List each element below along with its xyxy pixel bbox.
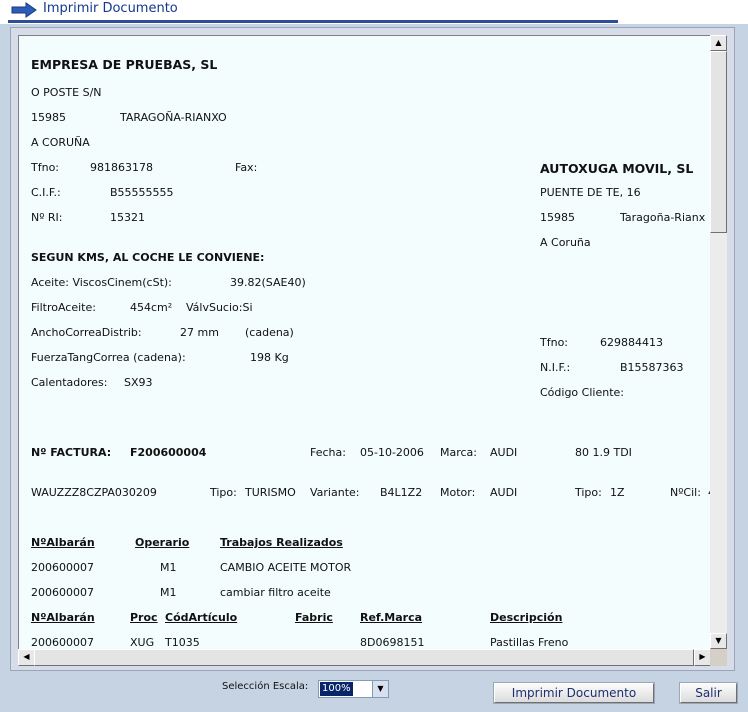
company-city: TARAGOÑA-RIANXO — [120, 111, 227, 124]
company-cif: B55555555 — [110, 186, 174, 199]
vehicle-variant: B4L1Z2 — [380, 486, 423, 499]
vertical-scroll-thumb[interactable] — [710, 51, 727, 233]
invoice-brand-label: Marca: — [440, 446, 478, 459]
window-title: Imprimir Documento — [43, 1, 178, 16]
parts-row-proc: XUG — [130, 636, 155, 649]
vehicle-type: TURISMO — [245, 486, 296, 499]
vertical-scrollbar[interactable]: ▲ ▼ — [710, 35, 727, 649]
customer-phone-label: Tfno: — [540, 336, 568, 349]
belt-force-label: FuerzaTangCorrea (cadena): — [31, 351, 186, 364]
heaters-label: Calentadores: — [31, 376, 108, 389]
parts-header-codarticulo: CódArtículo — [165, 611, 238, 624]
chevron-down-icon[interactable]: ▼ — [372, 681, 388, 697]
parts-header-proc: Proc — [130, 611, 158, 624]
invoice-label: Nº FACTURA: — [31, 446, 112, 459]
title-bar: Imprimir Documento — [0, 0, 748, 24]
vehicle-engine-label: Motor: — [440, 486, 476, 499]
parts-row-refmarca: 8D0698151 — [360, 636, 425, 649]
customer-city: Taragoña-Rianx — [620, 211, 706, 224]
recommendation-heading: SEGUN KMS, AL COCHE LE CONVIENE: — [31, 251, 265, 264]
filter-label: FiltroAceite: — [31, 301, 96, 314]
belt-type: (cadena) — [245, 326, 294, 339]
parts-row-descripcion: Pastillas Freno — [490, 636, 569, 649]
company-ri: 15321 — [110, 211, 145, 224]
arrow-right-icon — [11, 2, 37, 18]
work-row-operario: M1 — [160, 561, 177, 574]
company-province: A CORUÑA — [31, 136, 90, 149]
company-cif-label: C.I.F.: — [31, 186, 61, 199]
vehicle-type-label: Tipo: — [210, 486, 237, 499]
work-row-albaran: 200600007 — [31, 561, 94, 574]
oil-value: 39.82(SAE40) — [230, 276, 306, 289]
customer-phone: 629884413 — [600, 336, 663, 349]
belt-width-label: AnchoCorreaDistrib: — [31, 326, 142, 339]
customer-client-code-label: Código Cliente: — [540, 386, 624, 399]
parts-header-fabric: Fabric — [295, 611, 333, 624]
scrollbar-corner — [710, 649, 727, 666]
document-viewport[interactable]: EMPRESA DE PRUEBAS, SL O POSTE S/N 15985… — [18, 35, 710, 649]
vehicle-type2-label: Tipo: — [575, 486, 602, 499]
invoice-brand: AUDI — [490, 446, 518, 459]
scroll-down-icon[interactable]: ▼ — [710, 633, 727, 649]
oil-label: Aceite: ViscosCinem(cSt): — [31, 276, 172, 289]
belt-width-value: 27 mm — [180, 326, 219, 339]
scale-label: Selección Escala: — [222, 681, 309, 692]
filter-value: 454cm² — [130, 301, 173, 314]
heaters-value: SX93 — [124, 376, 153, 389]
work-row-trabajo: cambiar filtro aceite — [220, 586, 331, 599]
customer-nif: B15587363 — [620, 361, 684, 374]
work-row-albaran: 200600007 — [31, 586, 94, 599]
parts-header-descripcion: Descripción — [490, 611, 563, 624]
vehicle-variant-label: Variante: — [310, 486, 360, 499]
vehicle-engine: AUDI — [490, 486, 518, 499]
horizontal-scroll-thumb[interactable] — [34, 649, 694, 666]
invoice-date: 05-10-2006 — [360, 446, 424, 459]
parts-row-codarticulo: T1035 — [165, 636, 200, 649]
vehicle-cyl-label: NºCil: — [670, 486, 701, 499]
customer-nif-label: N.I.F.: — [540, 361, 571, 374]
work-row-trabajo: CAMBIO ACEITE MOTOR — [220, 561, 352, 574]
company-fax-label: Fax: — [235, 161, 258, 174]
parts-row-albaran: 200600007 — [31, 636, 94, 649]
customer-province: A Coruña — [540, 236, 591, 249]
work-header-albaran: NºAlbarán — [31, 536, 95, 549]
scroll-left-icon[interactable]: ◀ — [18, 649, 35, 666]
company-phone: 981863178 — [90, 161, 153, 174]
print-document-button[interactable]: Imprimir Documento — [493, 682, 655, 704]
company-postal-code: 15985 — [31, 111, 66, 124]
company-phone-label: Tfno: — [31, 161, 59, 174]
title-underline — [8, 20, 618, 23]
invoice-model: 80 1.9 TDI — [575, 446, 632, 459]
work-row-operario: M1 — [160, 586, 177, 599]
scroll-up-icon[interactable]: ▲ — [710, 35, 727, 51]
company-address: O POSTE S/N — [31, 86, 102, 99]
invoice-number: F200600004 — [130, 446, 207, 459]
customer-name: AUTOXUGA MOVIL, SL — [540, 161, 694, 176]
scroll-right-icon[interactable]: ▶ — [694, 649, 711, 666]
company-ri-label: Nº RI: — [31, 211, 63, 224]
vehicle-vin: WAUZZZ8CZPA030209 — [31, 486, 157, 499]
scale-select[interactable]: 100% ▼ — [318, 680, 389, 698]
work-header-trabajos: Trabajos Realizados — [220, 536, 343, 549]
company-name: EMPRESA DE PRUEBAS, SL — [31, 57, 218, 72]
customer-postal-code: 15985 — [540, 211, 575, 224]
parts-header-albaran: NºAlbarán — [31, 611, 95, 624]
valve-text: VálvSucio:Si — [186, 301, 253, 314]
invoice-date-label: Fecha: — [310, 446, 346, 459]
belt-force-value: 198 Kg — [250, 351, 289, 364]
work-header-operario: Operario — [135, 536, 190, 549]
parts-header-refmarca: Ref.Marca — [360, 611, 423, 624]
vehicle-type2: 1Z — [610, 486, 625, 499]
customer-address: PUENTE DE TE, 16 — [540, 186, 641, 199]
exit-button[interactable]: Salir — [679, 682, 738, 704]
horizontal-scrollbar[interactable]: ◀ ▶ — [18, 649, 711, 666]
scale-selected-value: 100% — [320, 682, 353, 696]
